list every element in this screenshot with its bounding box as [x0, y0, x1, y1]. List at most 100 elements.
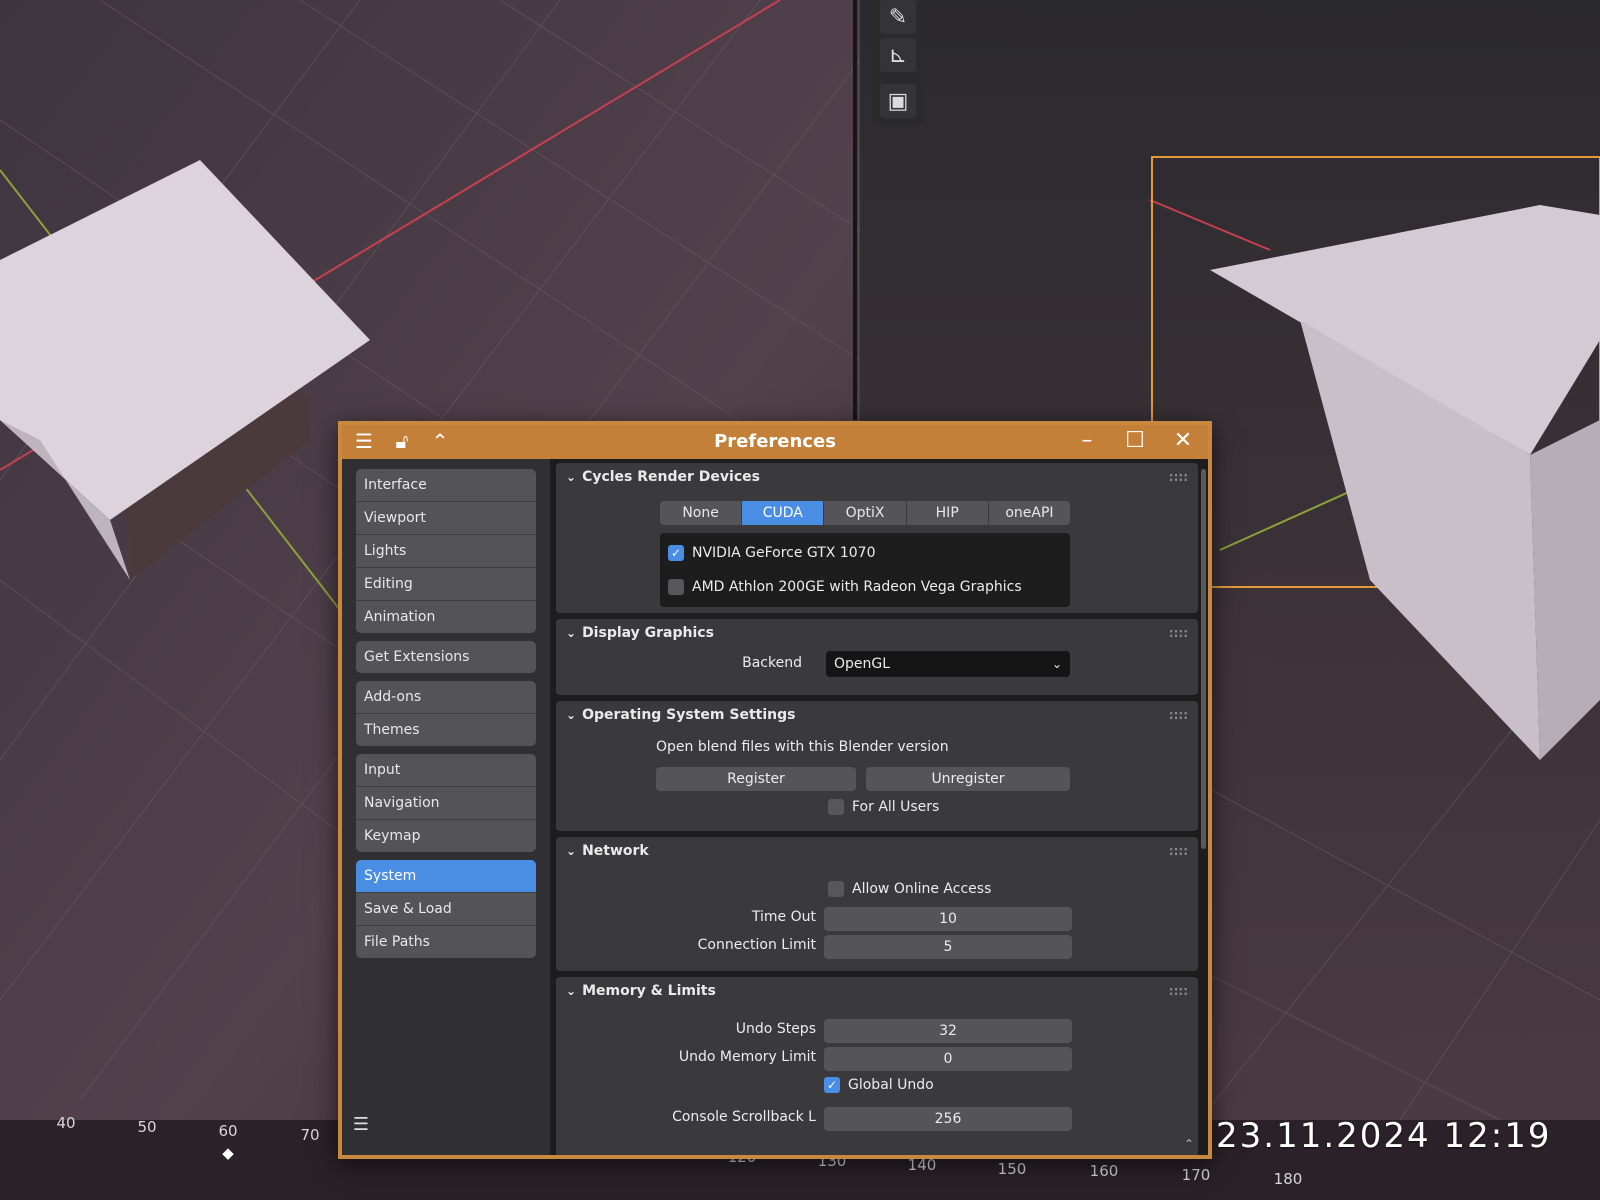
drag-grip-icon[interactable]: ::::	[1169, 701, 1188, 729]
for-all-users-checkbox[interactable]: For All Users	[828, 799, 939, 815]
undo-steps-field[interactable]: 32	[824, 1019, 1072, 1043]
device-list: ✓ NVIDIA GeForce GTX 1070 AMD Athlon 200G…	[660, 533, 1070, 607]
tab-none[interactable]: None	[660, 501, 741, 525]
preferences-window: ☰ 🔓︎ ⌃ Preferences – ☐ ✕ Interface Viewp…	[338, 421, 1212, 1159]
sidebar-item-add-ons[interactable]: Add-ons	[356, 681, 536, 713]
undo-memory-field[interactable]: 0	[824, 1047, 1072, 1071]
drag-grip-icon[interactable]: ::::	[1169, 463, 1188, 491]
photo-timestamp: 23.11.2024 12:19	[1216, 1116, 1552, 1156]
tab-optix[interactable]: OptiX	[823, 501, 905, 525]
panel-header-os[interactable]: ⌄ Operating System Settings ::::	[556, 701, 1198, 729]
nav-group: Input Navigation Keymap	[356, 754, 536, 852]
tab-hip[interactable]: HIP	[905, 501, 988, 525]
tool-strip: ✎ ⊾ ▣	[872, 0, 924, 126]
sidebar-item-editing[interactable]: Editing	[356, 567, 536, 600]
sidebar-item-lights[interactable]: Lights	[356, 534, 536, 567]
timeline-tick: 180	[1273, 1170, 1303, 1188]
sidebar-item-animation[interactable]: Animation	[356, 600, 536, 633]
panel-os-settings: ⌄ Operating System Settings :::: Open ble…	[556, 701, 1198, 831]
timeline-tick: 150	[997, 1160, 1027, 1178]
panel-network: ⌄ Network :::: Allow Online Access Time O…	[556, 837, 1198, 971]
timeline-tick: 160	[1089, 1162, 1119, 1180]
nav-group: System Save & Load File Paths	[356, 860, 536, 958]
checkmark-icon: ✓	[668, 545, 684, 561]
sidebar-item-interface[interactable]: Interface	[356, 469, 536, 501]
sidebar-item-viewport[interactable]: Viewport	[356, 501, 536, 534]
unregister-button[interactable]: Unregister	[866, 767, 1070, 791]
device-type-selector: None CUDA OptiX HIP oneAPI	[660, 501, 1070, 525]
content-scrollbar[interactable]	[1201, 469, 1206, 849]
chevron-down-icon: ⌄	[566, 626, 577, 640]
backend-value: OpenGL	[834, 656, 891, 672]
console-scrollback-label: Console Scrollback L	[672, 1109, 816, 1125]
maximize-icon[interactable]: ☐	[1122, 428, 1148, 454]
undo-steps-label: Undo Steps	[735, 1021, 816, 1037]
drag-grip-icon[interactable]: ::::	[1169, 619, 1188, 647]
device-label: AMD Athlon 200GE with Radeon Vega Graphi…	[692, 579, 1022, 595]
close-icon[interactable]: ✕	[1170, 428, 1196, 454]
preferences-menu-icon[interactable]: ☰	[350, 1115, 372, 1135]
connection-limit-label: Connection Limit	[697, 937, 816, 953]
title-bar[interactable]: ☰ 🔓︎ ⌃ Preferences – ☐ ✕	[342, 425, 1208, 459]
sidebar-item-themes[interactable]: Themes	[356, 713, 536, 746]
drag-grip-icon[interactable]: ::::	[1169, 837, 1188, 865]
preferences-sidebar: Interface Viewport Lights Editing Animat…	[342, 459, 550, 1155]
chevron-down-icon: ⌄	[566, 708, 577, 722]
checkbox-label: For All Users	[852, 799, 940, 815]
tab-oneapi[interactable]: oneAPI	[987, 501, 1070, 525]
tab-cuda[interactable]: CUDA	[741, 501, 824, 525]
preferences-content: ⌄ Cycles Render Devices :::: None CUDA Op…	[550, 459, 1208, 1155]
scroll-up-icon[interactable]: ⌃	[1184, 1137, 1194, 1151]
timeline-tick: 50	[137, 1118, 157, 1136]
timeout-label: Time Out	[751, 909, 816, 925]
nav-group: Add-ons Themes	[356, 681, 536, 746]
backend-dropdown[interactable]: OpenGL ⌄	[826, 651, 1070, 677]
panel-memory-limits: ⌄ Memory & Limits :::: Undo Steps 32 Undo…	[556, 977, 1198, 1155]
checkbox-label: Global Undo	[848, 1077, 934, 1093]
checkbox-icon	[828, 799, 844, 815]
measure-icon[interactable]: ⊾	[880, 38, 916, 72]
undo-memory-label: Undo Memory Limit	[678, 1049, 816, 1065]
device-checkbox-amd[interactable]: AMD Athlon 200GE with Radeon Vega Graphi…	[668, 579, 1022, 595]
keyframe-diamond-icon: ◆	[222, 1144, 234, 1162]
allow-online-access-checkbox[interactable]: Allow Online Access	[828, 881, 991, 897]
panel-cycles: ⌄ Cycles Render Devices :::: None CUDA Op…	[556, 463, 1198, 613]
backend-label: Backend	[742, 655, 802, 671]
sidebar-item-input[interactable]: Input	[356, 754, 536, 786]
sidebar-item-navigation[interactable]: Navigation	[356, 786, 536, 819]
panel-header-memory[interactable]: ⌄ Memory & Limits ::::	[556, 977, 1198, 1005]
timeline-tick: 170	[1181, 1166, 1211, 1184]
add-cube-icon[interactable]: ▣	[880, 84, 916, 118]
timeline-tick: 40	[56, 1114, 76, 1132]
panel-title: Cycles Render Devices	[582, 469, 760, 485]
panel-header-display[interactable]: ⌄ Display Graphics ::::	[556, 619, 1198, 647]
panel-title: Operating System Settings	[582, 707, 796, 723]
checkmark-icon: ✓	[824, 1077, 840, 1093]
sidebar-item-system[interactable]: System	[356, 860, 536, 892]
checkbox-icon	[828, 881, 844, 897]
register-button[interactable]: Register	[656, 767, 856, 791]
nav-group: Get Extensions	[356, 641, 536, 673]
chevron-down-icon: ⌄	[566, 984, 577, 998]
checkbox-label: Allow Online Access	[852, 881, 992, 897]
panel-header-network[interactable]: ⌄ Network ::::	[556, 837, 1198, 865]
sidebar-item-keymap[interactable]: Keymap	[356, 819, 536, 852]
chevron-down-icon: ⌄	[566, 844, 577, 858]
timeline-tick: 70	[300, 1126, 320, 1144]
drag-grip-icon[interactable]: ::::	[1169, 977, 1188, 1005]
device-checkbox-nvidia[interactable]: ✓ NVIDIA GeForce GTX 1070	[668, 545, 875, 561]
console-scrollback-field[interactable]: 256	[824, 1107, 1072, 1131]
sidebar-item-save-load[interactable]: Save & Load	[356, 892, 536, 925]
timeline-tick: 60	[218, 1122, 238, 1140]
panel-header-cycles[interactable]: ⌄ Cycles Render Devices ::::	[556, 463, 1198, 491]
chevron-down-icon: ⌄	[1051, 657, 1062, 671]
sidebar-item-file-paths[interactable]: File Paths	[356, 925, 536, 958]
global-undo-checkbox[interactable]: ✓ Global Undo	[824, 1077, 934, 1093]
annotate-icon[interactable]: ✎	[880, 0, 916, 34]
panel-title: Display Graphics	[582, 625, 714, 641]
connection-limit-field[interactable]: 5	[824, 935, 1072, 959]
sidebar-item-get-extensions[interactable]: Get Extensions	[356, 641, 536, 673]
checkbox-icon	[668, 579, 684, 595]
minimize-icon[interactable]: –	[1074, 428, 1100, 454]
timeout-field[interactable]: 10	[824, 907, 1072, 931]
